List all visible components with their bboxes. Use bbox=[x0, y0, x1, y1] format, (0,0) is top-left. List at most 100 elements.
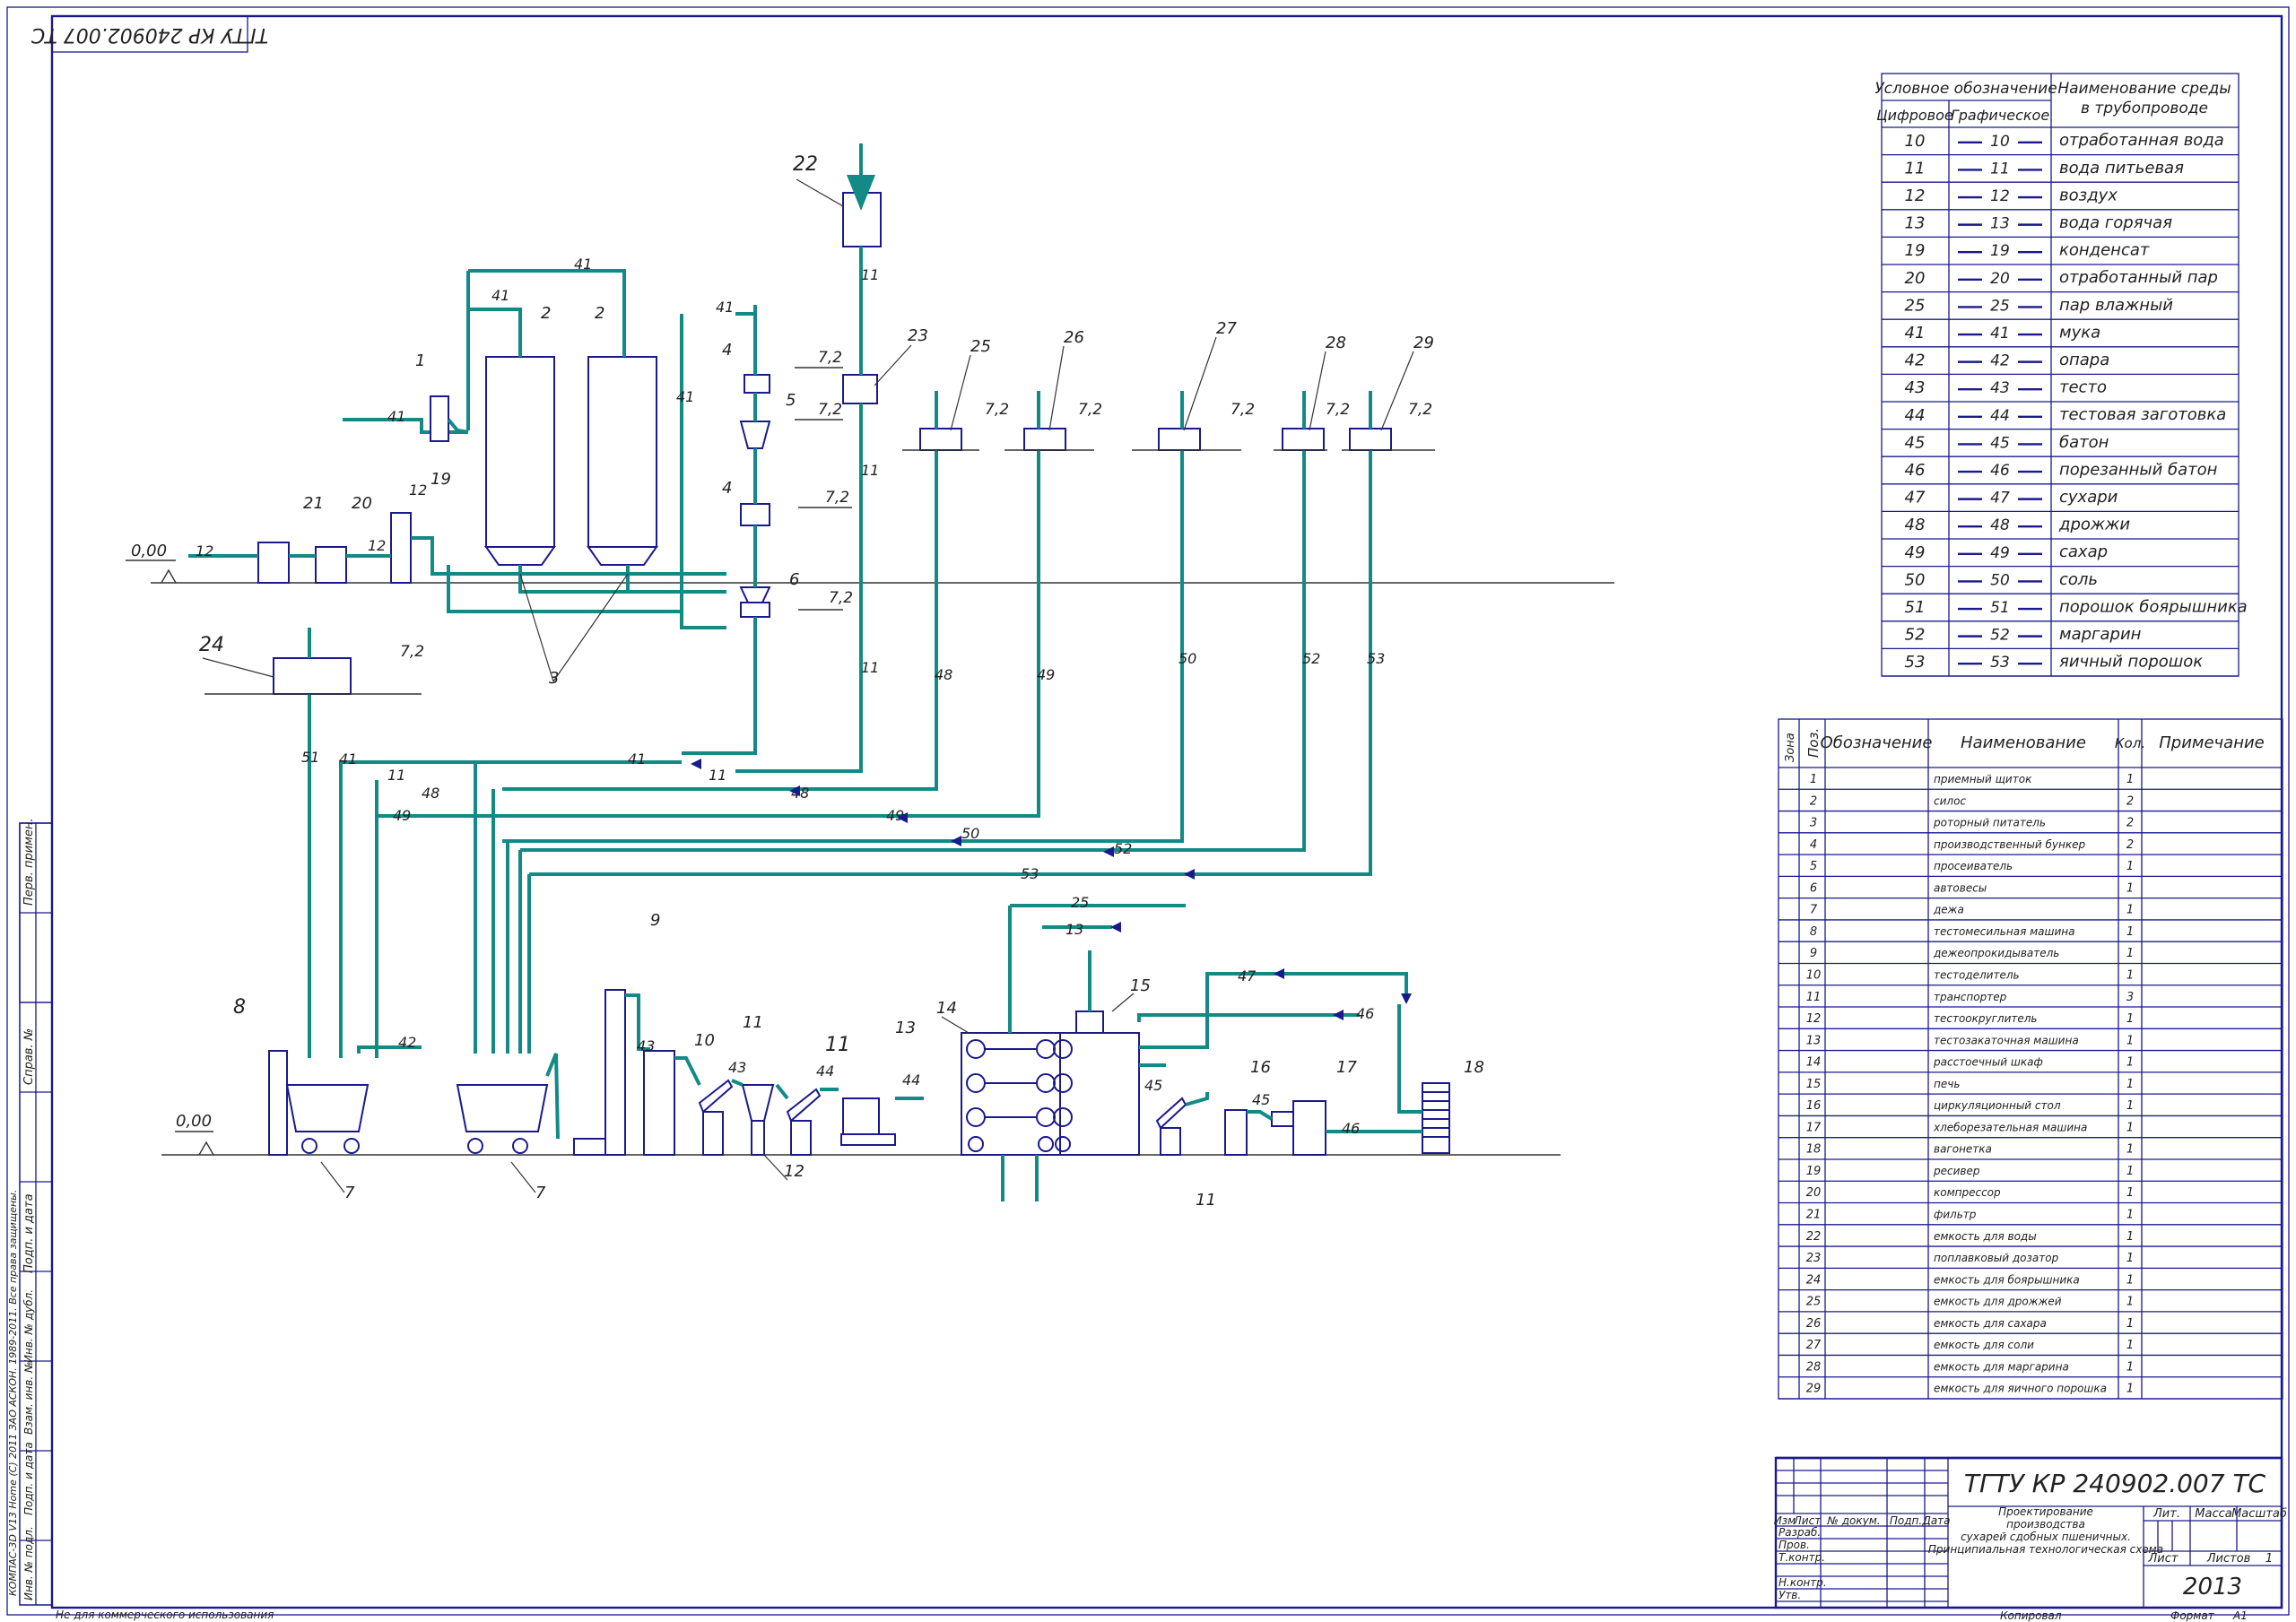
svg-text:4: 4 bbox=[722, 341, 732, 360]
svg-text:17: 17 bbox=[1336, 1058, 1357, 1077]
spec-head-pos: Поз. bbox=[1805, 728, 1822, 758]
svg-text:7: 7 bbox=[344, 1184, 355, 1202]
spec-qty: 1 bbox=[2126, 925, 2134, 939]
spec-name: просеиватель bbox=[1934, 860, 2013, 872]
tb-mass: Масса bbox=[2195, 1507, 2231, 1521]
level-mark-upper: 0,00 bbox=[126, 542, 177, 584]
spec-pos: 13 bbox=[1806, 1034, 1822, 1047]
scale-6 bbox=[739, 586, 771, 603]
tb-desc-2: производства bbox=[2006, 1518, 2085, 1531]
spec-name: поплавковый дозатор bbox=[1934, 1252, 2059, 1264]
spec-pos: 4 bbox=[1810, 838, 1817, 852]
spec-name: дежа bbox=[1933, 904, 1964, 916]
spec-pos: 15 bbox=[1806, 1078, 1822, 1091]
spec-qty: 1 bbox=[2126, 773, 2134, 786]
strip-label-3: Подп. и дата bbox=[22, 1193, 36, 1273]
legend-name: сахар bbox=[2059, 542, 2108, 561]
tb-desc-3: сухарей сдобных пшеничных. bbox=[1961, 1531, 2131, 1543]
svg-text:11: 11 bbox=[387, 767, 405, 784]
spec-pos: 6 bbox=[1810, 881, 1817, 895]
svg-text:29: 29 bbox=[1413, 334, 1434, 352]
legend-name: соль bbox=[2059, 570, 2098, 589]
spec-name: емкость для маргарина bbox=[1934, 1360, 2069, 1373]
tb-format-value: A1 bbox=[2232, 1609, 2248, 1622]
svg-text:19: 19 bbox=[430, 470, 451, 489]
svg-text:11: 11 bbox=[1196, 1191, 1216, 1210]
svg-text:18: 18 bbox=[1464, 1058, 1484, 1077]
spec-pos: 17 bbox=[1806, 1121, 1822, 1134]
tb-code: ТГТУ КР 240902.007 ТС bbox=[1964, 1469, 2266, 1498]
svg-text:24: 24 bbox=[199, 634, 224, 656]
svg-text:48: 48 bbox=[935, 666, 952, 683]
software-note: КОМПАС-3D V13 Home (C) 2011 ЗАО АСКОН. 1… bbox=[7, 1190, 19, 1596]
spec-pos: 11 bbox=[1806, 991, 1822, 1004]
spec-qty: 1 bbox=[2126, 1121, 2134, 1134]
svg-text:45: 45 bbox=[1252, 1091, 1270, 1108]
legend-name: отработанная вода bbox=[2059, 131, 2224, 150]
svg-text:47: 47 bbox=[1238, 967, 1257, 984]
svg-text:46: 46 bbox=[1356, 1005, 1374, 1022]
silo-2b bbox=[587, 356, 657, 548]
spec-qty: 1 bbox=[2126, 1099, 2134, 1113]
legend-code: 42 bbox=[1905, 351, 1926, 370]
spec-head-desig: Обозначение bbox=[1821, 733, 1933, 752]
hopper-4a bbox=[744, 374, 770, 394]
svg-text:41: 41 bbox=[387, 408, 405, 425]
svg-text:7,2: 7,2 bbox=[985, 401, 1009, 419]
spec-pos: 29 bbox=[1806, 1383, 1822, 1396]
doser-23 bbox=[842, 374, 878, 404]
legend-name: порошок боярышника bbox=[2059, 597, 2248, 616]
spec-name: дежеопрокидыватель bbox=[1933, 947, 2059, 959]
spec-pos: 10 bbox=[1806, 968, 1822, 982]
tank-22 bbox=[842, 192, 882, 247]
svg-text:25: 25 bbox=[1071, 894, 1089, 911]
tank-29 bbox=[1349, 428, 1392, 451]
legend-graphic-code: 43 bbox=[1990, 379, 2010, 397]
spec-qty: 2 bbox=[2126, 838, 2134, 852]
svg-text:7,2: 7,2 bbox=[818, 349, 842, 367]
spec-qty: 1 bbox=[2126, 1252, 2134, 1265]
spec-name: хлеборезательная машина bbox=[1933, 1121, 2087, 1133]
legend-head-name-2: в трубопроводе bbox=[2081, 100, 2208, 117]
legend-graphic-code: 46 bbox=[1990, 462, 2010, 480]
bowl-7a bbox=[285, 1084, 370, 1132]
svg-text:49: 49 bbox=[393, 807, 411, 824]
legend-head-name-1: Наименование среды bbox=[2057, 80, 2231, 98]
svg-text:52: 52 bbox=[1114, 840, 1132, 857]
tb-desc-4: Принципиальная технологическая схема bbox=[1928, 1543, 2163, 1556]
tb-desc-1: Проектирование bbox=[1998, 1505, 2093, 1518]
svg-text:52: 52 bbox=[1302, 650, 1320, 667]
spec-pos: 26 bbox=[1806, 1317, 1822, 1331]
tank-28 bbox=[1282, 428, 1325, 451]
tb-lit: Лит. bbox=[2152, 1507, 2180, 1521]
tb-scale: Масштаб bbox=[2231, 1507, 2287, 1521]
legend-name: отработанный пар bbox=[2059, 268, 2218, 287]
reception-panel-1 bbox=[430, 395, 449, 442]
spec-name: роторный питатель bbox=[1933, 817, 2046, 829]
legend-name: пар влажный bbox=[2059, 296, 2173, 315]
svg-text:25: 25 bbox=[970, 337, 991, 356]
spec-pos: 3 bbox=[1810, 817, 1817, 830]
tb-date: Дата bbox=[1921, 1514, 1950, 1527]
moulder-13 bbox=[842, 1097, 880, 1135]
svg-text:48: 48 bbox=[422, 785, 439, 802]
tb-role-1: Разраб. bbox=[1779, 1526, 1821, 1539]
svg-text:5: 5 bbox=[786, 391, 796, 410]
transporter-11c bbox=[1155, 1097, 1187, 1130]
spec-qty: 1 bbox=[2126, 1360, 2134, 1374]
svg-text:14: 14 bbox=[936, 999, 957, 1018]
svg-text:11: 11 bbox=[825, 1034, 850, 1056]
spec-head-note: Примечание bbox=[2159, 733, 2265, 752]
tb-sheet: Лист bbox=[2148, 1552, 2179, 1566]
spec-qty: 1 bbox=[2126, 1273, 2134, 1287]
spec-name: емкость для дрожжей bbox=[1934, 1296, 2062, 1308]
legend-graphic-code: 19 bbox=[1990, 242, 2010, 260]
spec-qty: 1 bbox=[2126, 1230, 2134, 1244]
strip-label-5: Взам. инв. № bbox=[22, 1362, 35, 1435]
legend-code: 47 bbox=[1905, 489, 1926, 507]
svg-text:53: 53 bbox=[1021, 865, 1039, 882]
tb-sheets: Листов bbox=[2206, 1552, 2251, 1566]
svg-text:7,2: 7,2 bbox=[400, 643, 424, 661]
tb-year: 2013 bbox=[2183, 1574, 2242, 1600]
left-strip: Перв. примен. Справ. № Подп. и дата Инв.… bbox=[7, 818, 53, 1606]
